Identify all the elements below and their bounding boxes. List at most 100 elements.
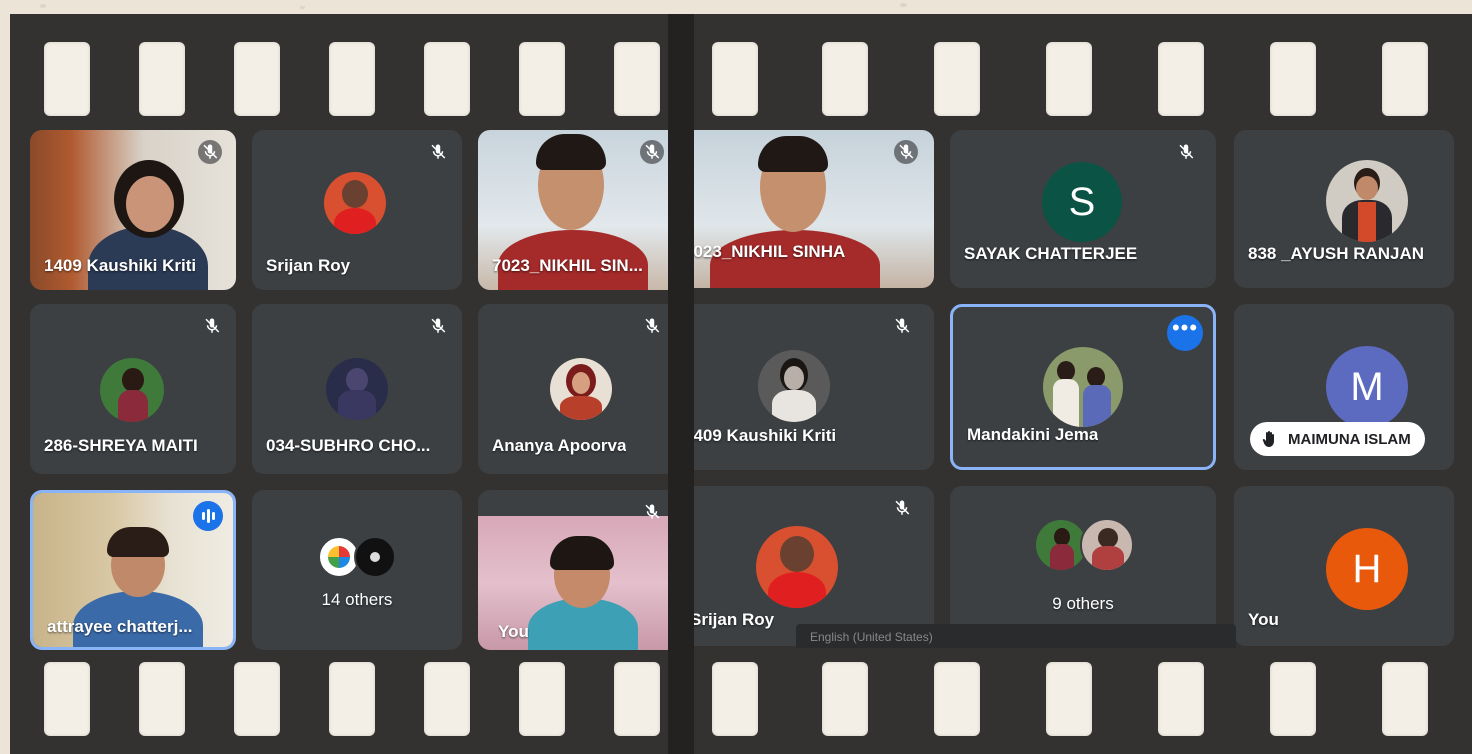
sprocket-hole <box>519 662 565 736</box>
participant-name: Mandakini Jema <box>967 425 1099 444</box>
avatar <box>100 358 164 422</box>
participant-name: 7023_NIKHIL SINHA <box>694 242 846 261</box>
sprocket-hole <box>234 662 280 736</box>
sprocket-hole <box>519 42 565 116</box>
others-count: 9 others <box>1052 594 1114 613</box>
mic-off-icon <box>894 140 918 164</box>
participant-name: 1409 Kaushiki Kriti <box>694 426 837 445</box>
sprocket-hole <box>329 662 375 736</box>
mic-off-icon <box>640 140 664 164</box>
more-options-icon[interactable]: ••• <box>1167 315 1203 351</box>
avatar-initial: S <box>1042 162 1122 242</box>
participant-name: You <box>498 622 529 641</box>
avatar <box>1080 518 1134 572</box>
mic-off-icon <box>1174 140 1198 164</box>
participant-tile[interactable]: ••• Mandakini Jema <box>950 304 1216 470</box>
mic-off-icon <box>890 314 914 338</box>
sprocket-hole <box>1046 42 1092 116</box>
mic-off-icon <box>640 500 664 524</box>
others-count: 14 others <box>321 590 393 609</box>
sprocket-hole <box>934 42 980 116</box>
sprocket-hole <box>1158 42 1204 116</box>
sprocket-hole <box>329 42 375 116</box>
avatar <box>1043 347 1123 427</box>
participant-tile[interactable]: S SAYAK CHATTERJEE <box>950 130 1216 288</box>
participant-tile[interactable]: 838 _AYUSH RANJAN <box>1234 130 1454 288</box>
sprocket-hole <box>1270 662 1316 736</box>
participant-tile[interactable]: 7023_NIKHIL SIN... <box>478 130 668 290</box>
sprocket-hole <box>1158 662 1204 736</box>
avatar <box>758 350 830 422</box>
sprocket-hole <box>234 42 280 116</box>
person-silhouette <box>550 536 614 570</box>
avatar-letter: H <box>1352 546 1382 591</box>
participant-tile[interactable]: 034-SUBHRO CHO... <box>252 304 462 474</box>
avatar <box>326 358 388 420</box>
participant-tile[interactable]: 286-SHREYA MAITI <box>30 304 236 474</box>
avatar-initial: H <box>1326 528 1408 610</box>
avatar-letter: M <box>1350 364 1384 409</box>
participant-name: MAIMUNA ISLAM <box>1288 430 1411 448</box>
sprocket-hole <box>1382 42 1428 116</box>
avatar-letter: S <box>1068 179 1096 224</box>
sprocket-hole <box>139 42 185 116</box>
participant-tile[interactable]: 7023_NIKHIL SINHA <box>694 130 934 288</box>
avatar <box>1326 160 1408 242</box>
sprocket-hole <box>44 42 90 116</box>
sprocket-hole <box>934 662 980 736</box>
avatar <box>354 536 396 578</box>
participant-tile[interactable]: H You <box>1234 486 1454 646</box>
paper-texture <box>900 3 907 7</box>
participant-name: You <box>1248 610 1279 629</box>
avatar <box>756 526 838 608</box>
sprocket-hole <box>1046 662 1092 736</box>
sprocket-hole <box>424 42 470 116</box>
participant-name: 1409 Kaushiki Kriti <box>44 256 197 275</box>
person-silhouette <box>758 136 828 172</box>
mic-off-icon <box>640 314 664 338</box>
mic-off-icon <box>426 314 450 338</box>
avatar <box>550 358 612 420</box>
paper-texture <box>300 6 305 9</box>
participant-name: 7023_NIKHIL SIN... <box>492 256 643 275</box>
participant-name: attrayee chatterj... <box>47 617 193 636</box>
person-silhouette <box>536 134 606 170</box>
raised-hand-icon <box>1262 431 1274 447</box>
sprocket-hole <box>139 662 185 736</box>
participant-tile[interactable]: Srijan Roy <box>694 486 934 646</box>
caption-language-bar[interactable]: English (United States) <box>796 624 1236 648</box>
person-silhouette <box>107 527 169 557</box>
sprocket-hole <box>712 662 758 736</box>
mic-off-icon <box>198 140 222 164</box>
participant-tile[interactable]: You <box>478 490 668 650</box>
participant-tile[interactable]: 1409 Kaushiki Kriti <box>30 130 236 290</box>
person-silhouette <box>126 176 174 232</box>
participant-tile[interactable]: Srijan Roy <box>252 130 462 290</box>
others-tile[interactable]: 14 others <box>252 490 462 650</box>
sprocket-hole <box>614 662 660 736</box>
film-strip-divider <box>668 14 694 754</box>
sprocket-hole <box>44 662 90 736</box>
participant-tile[interactable]: attrayee chatterj... <box>30 490 236 650</box>
participant-name: Srijan Roy <box>694 610 775 629</box>
sprocket-hole <box>1270 42 1316 116</box>
avatar <box>324 172 386 234</box>
participant-tile[interactable]: Ananya Apoorva <box>478 304 668 474</box>
participant-name: SAYAK CHATTERJEE <box>964 244 1138 263</box>
sprocket-hole <box>712 42 758 116</box>
paper-texture <box>40 4 46 8</box>
participant-tile[interactable]: 1409 Kaushiki Kriti <box>694 304 934 470</box>
raised-hand-chip: MAIMUNA ISLAM <box>1250 422 1425 456</box>
sprocket-hole <box>822 662 868 736</box>
others-tile[interactable]: 9 others <box>950 486 1216 646</box>
mic-off-icon <box>890 496 914 520</box>
sprocket-hole <box>424 662 470 736</box>
sprocket-hole <box>1382 662 1428 736</box>
participant-name: Srijan Roy <box>266 256 351 275</box>
avatar-initial: M <box>1326 346 1408 428</box>
participant-name: 838 _AYUSH RANJAN <box>1248 244 1425 263</box>
sprocket-hole <box>822 42 868 116</box>
participant-tile[interactable]: M MAIMUNA ISLAM <box>1234 304 1454 470</box>
participant-name: 286-SHREYA MAITI <box>44 436 198 455</box>
audio-wave-icon <box>193 501 223 531</box>
